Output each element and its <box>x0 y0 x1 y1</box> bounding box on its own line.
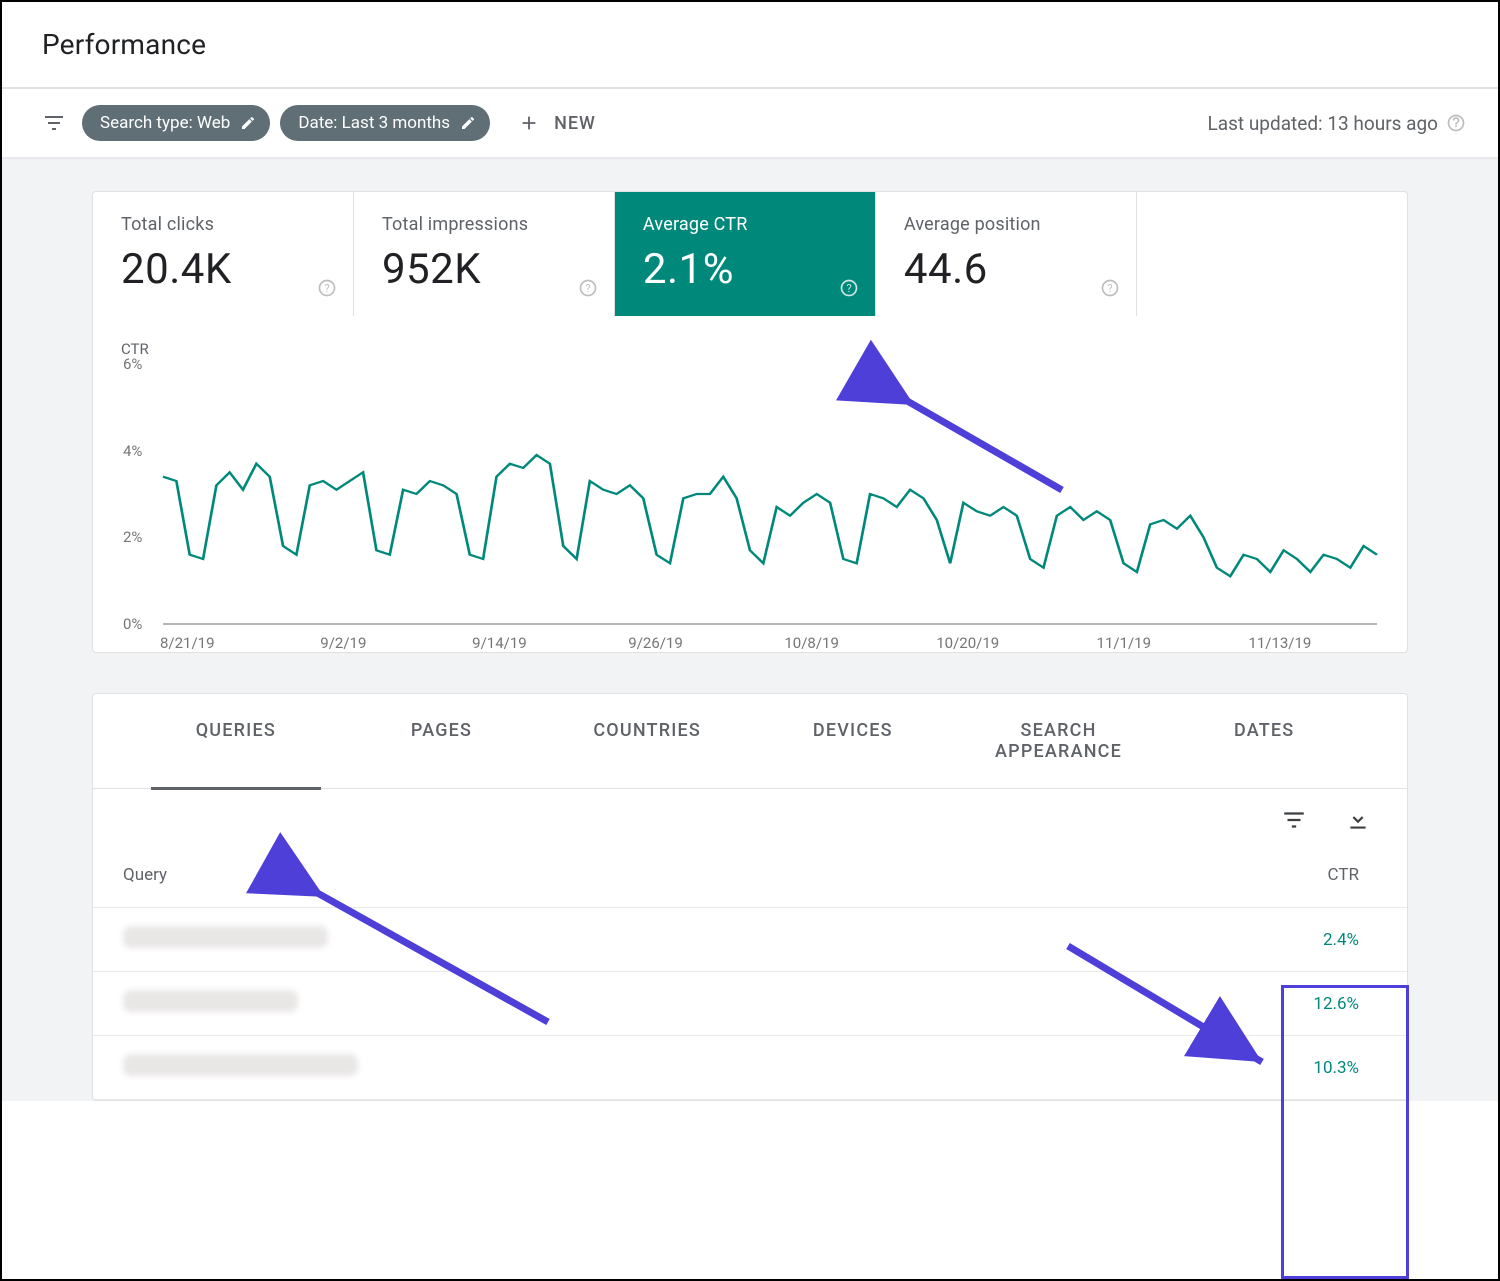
app-frame: Performance Search type: Web Date: Last … <box>0 0 1500 1281</box>
x-tick: 11/13/19 <box>1248 634 1311 652</box>
chart-body: 6% 4% 2% 0% 8/21/199/2/199/14/199/26/191… <box>163 364 1377 624</box>
query-cell <box>123 990 1257 1017</box>
x-tick: 9/2/19 <box>320 634 366 652</box>
tab-pages[interactable]: PAGES <box>339 694 545 788</box>
x-tick: 8/21/19 <box>160 634 215 652</box>
chip-label: Search type: Web <box>100 113 230 133</box>
filter-chip-search-type[interactable]: Search type: Web <box>82 105 270 141</box>
help-icon[interactable]: ? <box>578 278 598 302</box>
chart-svg[interactable] <box>163 364 1377 624</box>
y-tick: 6% <box>123 355 142 373</box>
col-ctr: CTR <box>1257 865 1377 885</box>
chart-area: CTR 6% 4% 2% 0% 8/21/199/2/199/14/199/26… <box>93 316 1407 652</box>
query-cell <box>123 926 1257 953</box>
table-filter-icon[interactable] <box>1273 799 1315 841</box>
pencil-icon <box>460 115 476 131</box>
x-tick: 9/14/19 <box>472 634 527 652</box>
metric-total-impressions[interactable]: Total impressions 952K ? <box>354 192 615 316</box>
help-icon[interactable] <box>1446 113 1466 133</box>
metric-value: 44.6 <box>904 245 1108 294</box>
chip-label: Date: Last 3 months <box>298 113 450 133</box>
query-cell <box>123 1054 1257 1081</box>
tab-countries[interactable]: COUNTRIES <box>544 694 750 788</box>
y-tick: 0% <box>123 615 142 633</box>
filter-bar: Search type: Web Date: Last 3 months NEW… <box>2 89 1498 159</box>
svg-text:?: ? <box>324 282 329 295</box>
table-body: 2.4% 12.6% 10.3% <box>93 908 1407 1100</box>
table-toolbar <box>93 789 1407 841</box>
table-row[interactable]: 12.6% <box>93 972 1407 1036</box>
help-icon[interactable]: ? <box>1100 278 1120 302</box>
metric-value: 2.1% <box>643 245 847 294</box>
metric-label: Total impressions <box>382 214 586 235</box>
metrics-row: Total clicks 20.4K ? Total impressions 9… <box>93 192 1407 316</box>
new-label: NEW <box>554 113 596 134</box>
ctr-cell: 10.3% <box>1257 1058 1377 1078</box>
table-row[interactable]: 10.3% <box>93 1036 1407 1100</box>
x-tick: 10/20/19 <box>936 634 999 652</box>
svg-text:?: ? <box>846 282 851 295</box>
content-area: Total clicks 20.4K ? Total impressions 9… <box>2 159 1498 1101</box>
last-updated: Last updated: 13 hours ago <box>1208 112 1466 135</box>
add-filter-button[interactable]: NEW <box>518 112 596 134</box>
titlebar: Performance <box>2 2 1498 89</box>
metric-value: 20.4K <box>121 245 325 294</box>
x-tick: 11/1/19 <box>1097 634 1152 652</box>
table-header: Query CTR <box>93 841 1407 908</box>
metric-value: 952K <box>382 245 586 294</box>
metric-total-clicks[interactable]: Total clicks 20.4K ? <box>93 192 354 316</box>
svg-text:?: ? <box>585 282 590 295</box>
x-tick: 9/26/19 <box>628 634 683 652</box>
tab-devices[interactable]: DEVICES <box>750 694 956 788</box>
x-tick: 10/8/19 <box>784 634 839 652</box>
filter-icon[interactable] <box>42 111 66 135</box>
metric-label: Average position <box>904 214 1108 235</box>
plus-icon <box>518 112 540 134</box>
queries-card: QUERIES PAGES COUNTRIES DEVICES SEARCH A… <box>92 693 1408 1101</box>
metric-average-ctr[interactable]: Average CTR 2.1% ? <box>615 192 876 316</box>
ctr-cell: 12.6% <box>1257 994 1377 1014</box>
tab-search-appearance[interactable]: SEARCH APPEARANCE <box>956 694 1162 788</box>
y-tick: 2% <box>123 528 142 546</box>
download-icon[interactable] <box>1337 799 1379 841</box>
tab-queries[interactable]: QUERIES <box>133 694 339 788</box>
tabs: QUERIES PAGES COUNTRIES DEVICES SEARCH A… <box>93 694 1407 789</box>
ctr-cell: 2.4% <box>1257 930 1377 950</box>
filter-chip-date[interactable]: Date: Last 3 months <box>280 105 490 141</box>
tab-dates[interactable]: DATES <box>1161 694 1367 788</box>
x-axis: 8/21/19 9/2/19 9/14/19 9/26/19 10/8/19 10/20/… <box>163 634 1377 654</box>
help-icon[interactable]: ? <box>317 278 337 302</box>
col-query: Query <box>123 865 1257 885</box>
help-icon[interactable]: ? <box>839 278 859 302</box>
last-updated-text: Last updated: 13 hours ago <box>1208 112 1438 135</box>
chart-y-title: CTR <box>121 340 1377 358</box>
metric-label: Average CTR <box>643 214 847 235</box>
pencil-icon <box>240 115 256 131</box>
metric-label: Total clicks <box>121 214 325 235</box>
y-tick: 4% <box>123 442 142 460</box>
performance-card: Total clicks 20.4K ? Total impressions 9… <box>92 191 1408 653</box>
metric-average-position[interactable]: Average position 44.6 ? <box>876 192 1137 316</box>
svg-text:?: ? <box>1107 282 1112 295</box>
page-title: Performance <box>42 28 1458 61</box>
table-row[interactable]: 2.4% <box>93 908 1407 972</box>
metric-placeholder <box>1137 192 1407 316</box>
